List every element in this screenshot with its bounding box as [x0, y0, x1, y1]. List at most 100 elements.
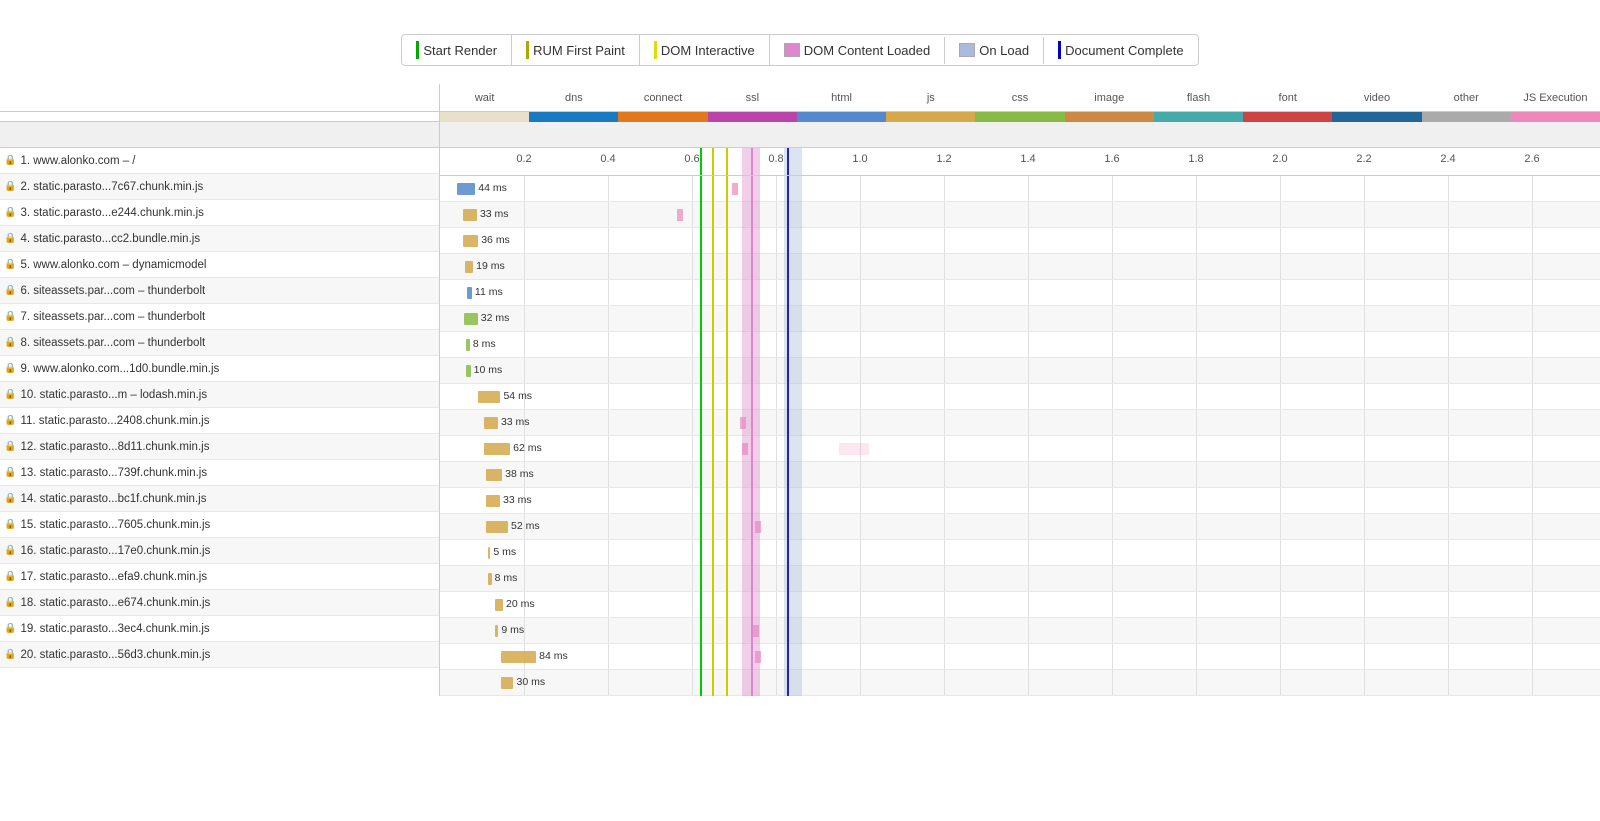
lock-icon: 🔒 — [4, 285, 16, 296]
js-execution-marker — [740, 417, 746, 429]
table-row[interactable]: 🔒18. static.parasto...e674.chunk.min.js — [0, 590, 439, 616]
row-label: 🔒14. static.parasto...bc1f.chunk.min.js — [0, 493, 439, 505]
row-label: 🔒12. static.parasto...8d11.chunk.min.js — [0, 441, 439, 453]
resource-type-label: font — [1243, 92, 1332, 104]
grid-line — [1112, 592, 1113, 617]
table-row[interactable]: 🔒16. static.parasto...17e0.chunk.min.js — [0, 538, 439, 564]
grid-line — [1196, 618, 1197, 643]
grid-line — [1196, 540, 1197, 565]
grid-line — [1028, 592, 1029, 617]
grid-line — [944, 228, 945, 253]
grid-line — [692, 280, 693, 305]
grid-line — [692, 462, 693, 487]
timeline-row: 54 ms — [440, 384, 1600, 410]
grid-line — [1364, 280, 1365, 305]
grid-line — [944, 540, 945, 565]
table-row[interactable]: 🔒8. siteassets.par...com – thunderbolt — [0, 330, 439, 356]
grid-line — [1364, 332, 1365, 357]
legend-item: On Load — [945, 37, 1044, 64]
grid-line — [776, 514, 777, 539]
table-row[interactable]: 🔒17. static.parasto...efa9.chunk.min.js — [0, 564, 439, 590]
table-row[interactable]: 🔒5. www.alonko.com – dynamicmodel — [0, 252, 439, 278]
grid-line — [692, 436, 693, 461]
resource-type-label: dns — [529, 92, 618, 104]
grid-line — [1532, 462, 1533, 487]
grid-line — [1532, 488, 1533, 513]
table-row[interactable]: 🔒9. www.alonko.com...1d0.bundle.min.js — [0, 356, 439, 382]
grid-line — [776, 410, 777, 435]
row-label: 🔒6. siteassets.par...com – thunderbolt — [0, 285, 439, 297]
legend-label: RUM First Paint — [533, 43, 625, 58]
resource-type-color-bar — [1154, 112, 1243, 122]
tick-label: 2.2 — [1356, 153, 1371, 165]
row-label: 🔒2. static.parasto...7c67.chunk.min.js — [0, 181, 439, 193]
grid-line — [1280, 618, 1281, 643]
grid-line — [1280, 514, 1281, 539]
grid-line — [1364, 670, 1365, 695]
table-row[interactable]: 🔒11. static.parasto...2408.chunk.min.js — [0, 408, 439, 434]
grid-line — [944, 618, 945, 643]
grid-line — [776, 618, 777, 643]
grid-line — [1028, 618, 1029, 643]
grid-line — [1364, 358, 1365, 383]
table-row[interactable]: 🔒1. www.alonko.com – / — [0, 148, 439, 174]
row-text: 14. static.parasto...bc1f.chunk.min.js — [20, 493, 206, 505]
tick-label: 1.2 — [936, 153, 951, 165]
grid-line — [1532, 644, 1533, 669]
table-row[interactable]: 🔒13. static.parasto...739f.chunk.min.js — [0, 460, 439, 486]
table-row[interactable]: 🔒12. static.parasto...8d11.chunk.min.js — [0, 434, 439, 460]
row-label: 🔒1. www.alonko.com – / — [0, 155, 439, 167]
grid-line — [524, 202, 525, 227]
grid-line — [1448, 228, 1449, 253]
row-label: 🔒17. static.parasto...efa9.chunk.min.js — [0, 571, 439, 583]
tick-label: 2.4 — [1440, 153, 1455, 165]
marker-line-header — [751, 148, 753, 175]
grid-line — [1280, 540, 1281, 565]
resource-type-label: js — [886, 92, 975, 104]
table-row[interactable]: 🔒2. static.parasto...7c67.chunk.min.js — [0, 174, 439, 200]
left-panel: 🔒1. www.alonko.com – / 🔒2. static.parasto… — [0, 84, 440, 696]
js-execution-marker — [677, 209, 683, 221]
legend-item: Start Render — [402, 35, 512, 65]
ms-label: 38 ms — [505, 468, 534, 480]
grid-line — [692, 306, 693, 331]
grid-line — [1280, 644, 1281, 669]
grid-line — [1532, 202, 1533, 227]
ms-label: 11 ms — [475, 286, 503, 298]
grid-line — [1532, 306, 1533, 331]
legend-line-icon — [416, 41, 419, 59]
table-row[interactable]: 🔒15. static.parasto...7605.chunk.min.js — [0, 512, 439, 538]
grid-line — [1196, 488, 1197, 513]
grid-line — [1280, 462, 1281, 487]
grid-line — [692, 384, 693, 409]
table-row[interactable]: 🔒10. static.parasto...m – lodash.min.js — [0, 382, 439, 408]
grid-line — [1112, 618, 1113, 643]
table-row[interactable]: 🔒14. static.parasto...bc1f.chunk.min.js — [0, 486, 439, 512]
table-row[interactable]: 🔒7. siteassets.par...com – thunderbolt — [0, 304, 439, 330]
grid-line — [776, 436, 777, 461]
grid-line — [944, 332, 945, 357]
waterfall-bar — [464, 313, 477, 325]
grid-line — [1028, 384, 1029, 409]
grid-line — [776, 384, 777, 409]
grid-line — [1196, 592, 1197, 617]
color-bars-row — [0, 112, 439, 122]
table-row[interactable]: 🔒20. static.parasto...56d3.chunk.min.js — [0, 642, 439, 668]
resource-type-header — [0, 84, 439, 112]
grid-line — [1364, 540, 1365, 565]
table-row[interactable]: 🔒6. siteassets.par...com – thunderbolt — [0, 278, 439, 304]
table-row[interactable]: 🔒3. static.parasto...e244.chunk.min.js — [0, 200, 439, 226]
table-row[interactable]: 🔒19. static.parasto...3ec4.chunk.min.js — [0, 616, 439, 642]
row-label: 🔒18. static.parasto...e674.chunk.min.js — [0, 597, 439, 609]
grid-line — [524, 254, 525, 279]
table-row[interactable]: 🔒4. static.parasto...cc2.bundle.min.js — [0, 226, 439, 252]
timeline-rows: 44 ms33 ms36 ms19 ms11 ms32 ms8 ms10 ms5… — [440, 176, 1600, 696]
grid-line — [1028, 644, 1029, 669]
grid-line — [1112, 332, 1113, 357]
timeline-row: 44 ms — [440, 176, 1600, 202]
grid-line — [1196, 202, 1197, 227]
grid-line — [1280, 228, 1281, 253]
lock-icon: 🔒 — [4, 623, 16, 634]
grid-line — [1280, 358, 1281, 383]
grid-line — [1112, 436, 1113, 461]
